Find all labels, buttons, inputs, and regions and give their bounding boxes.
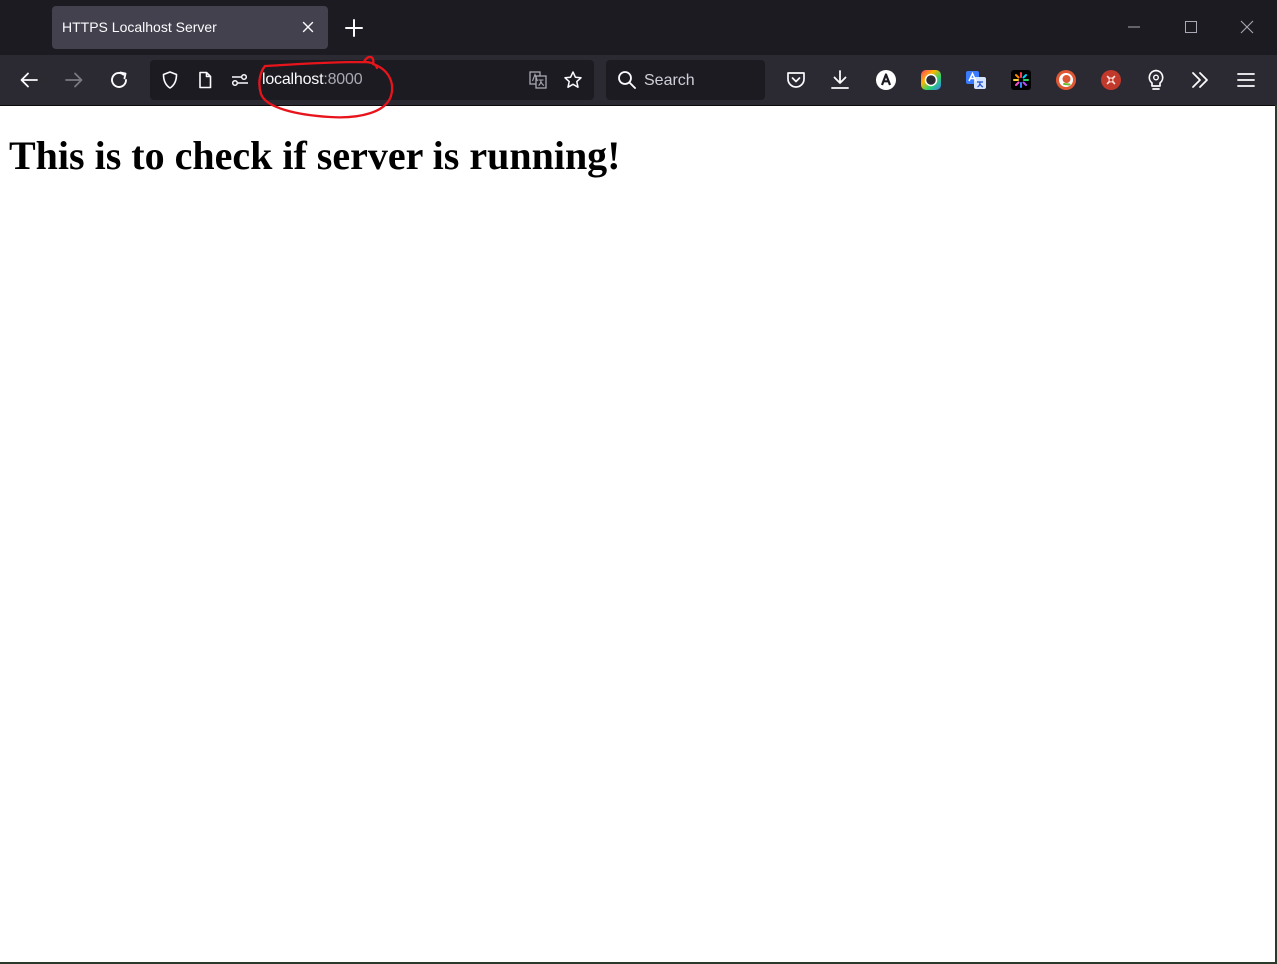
search-box[interactable]: Search <box>606 60 765 100</box>
duckduckgo-icon[interactable] <box>1054 68 1078 92</box>
translate-icon[interactable] <box>528 70 548 90</box>
hamburger-icon[interactable] <box>1234 68 1258 92</box>
page-icon[interactable] <box>195 70 215 90</box>
download-icon[interactable] <box>828 68 852 92</box>
reload-icon[interactable] <box>107 68 131 92</box>
minimize-icon[interactable] <box>1121 14 1147 40</box>
url-text[interactable]: localhost:8000 <box>262 70 363 90</box>
arrow-left-icon[interactable] <box>17 68 41 92</box>
close-icon[interactable] <box>298 17 318 37</box>
tools-extension-icon[interactable] <box>1099 68 1123 92</box>
chevron-double-right-icon[interactable] <box>1188 68 1212 92</box>
search-icon <box>616 69 638 91</box>
star-icon[interactable] <box>563 70 583 90</box>
url-bar[interactable]: localhost:8000 <box>150 60 594 100</box>
url-port: :8000 <box>323 71 363 88</box>
tab-https-localhost-server[interactable]: HTTPS Localhost Server <box>52 6 328 49</box>
pocket-icon[interactable] <box>784 68 808 92</box>
window-close-icon[interactable] <box>1234 14 1260 40</box>
color-picker-extension-icon[interactable] <box>919 68 943 92</box>
sparkle-extension-icon[interactable] <box>1009 68 1033 92</box>
translate-extension-icon[interactable] <box>964 68 988 92</box>
tab-title: HTTPS Localhost Server <box>62 19 217 35</box>
plus-icon[interactable] <box>342 16 366 40</box>
page-heading: This is to check if server is running! <box>9 133 621 178</box>
search-placeholder: Search <box>644 72 695 89</box>
extension-a-icon[interactable] <box>874 68 898 92</box>
arrow-right-icon[interactable] <box>62 68 86 92</box>
shield-icon[interactable] <box>160 70 180 90</box>
permissions-icon[interactable] <box>230 70 250 90</box>
lightbulb-icon[interactable] <box>1144 68 1168 92</box>
tab-strip: HTTPS Localhost Server <box>0 0 1277 55</box>
navigation-toolbar: localhost:8000 Search <box>0 55 1277 106</box>
maximize-icon[interactable] <box>1178 14 1204 40</box>
url-host: localhost <box>262 71 324 88</box>
